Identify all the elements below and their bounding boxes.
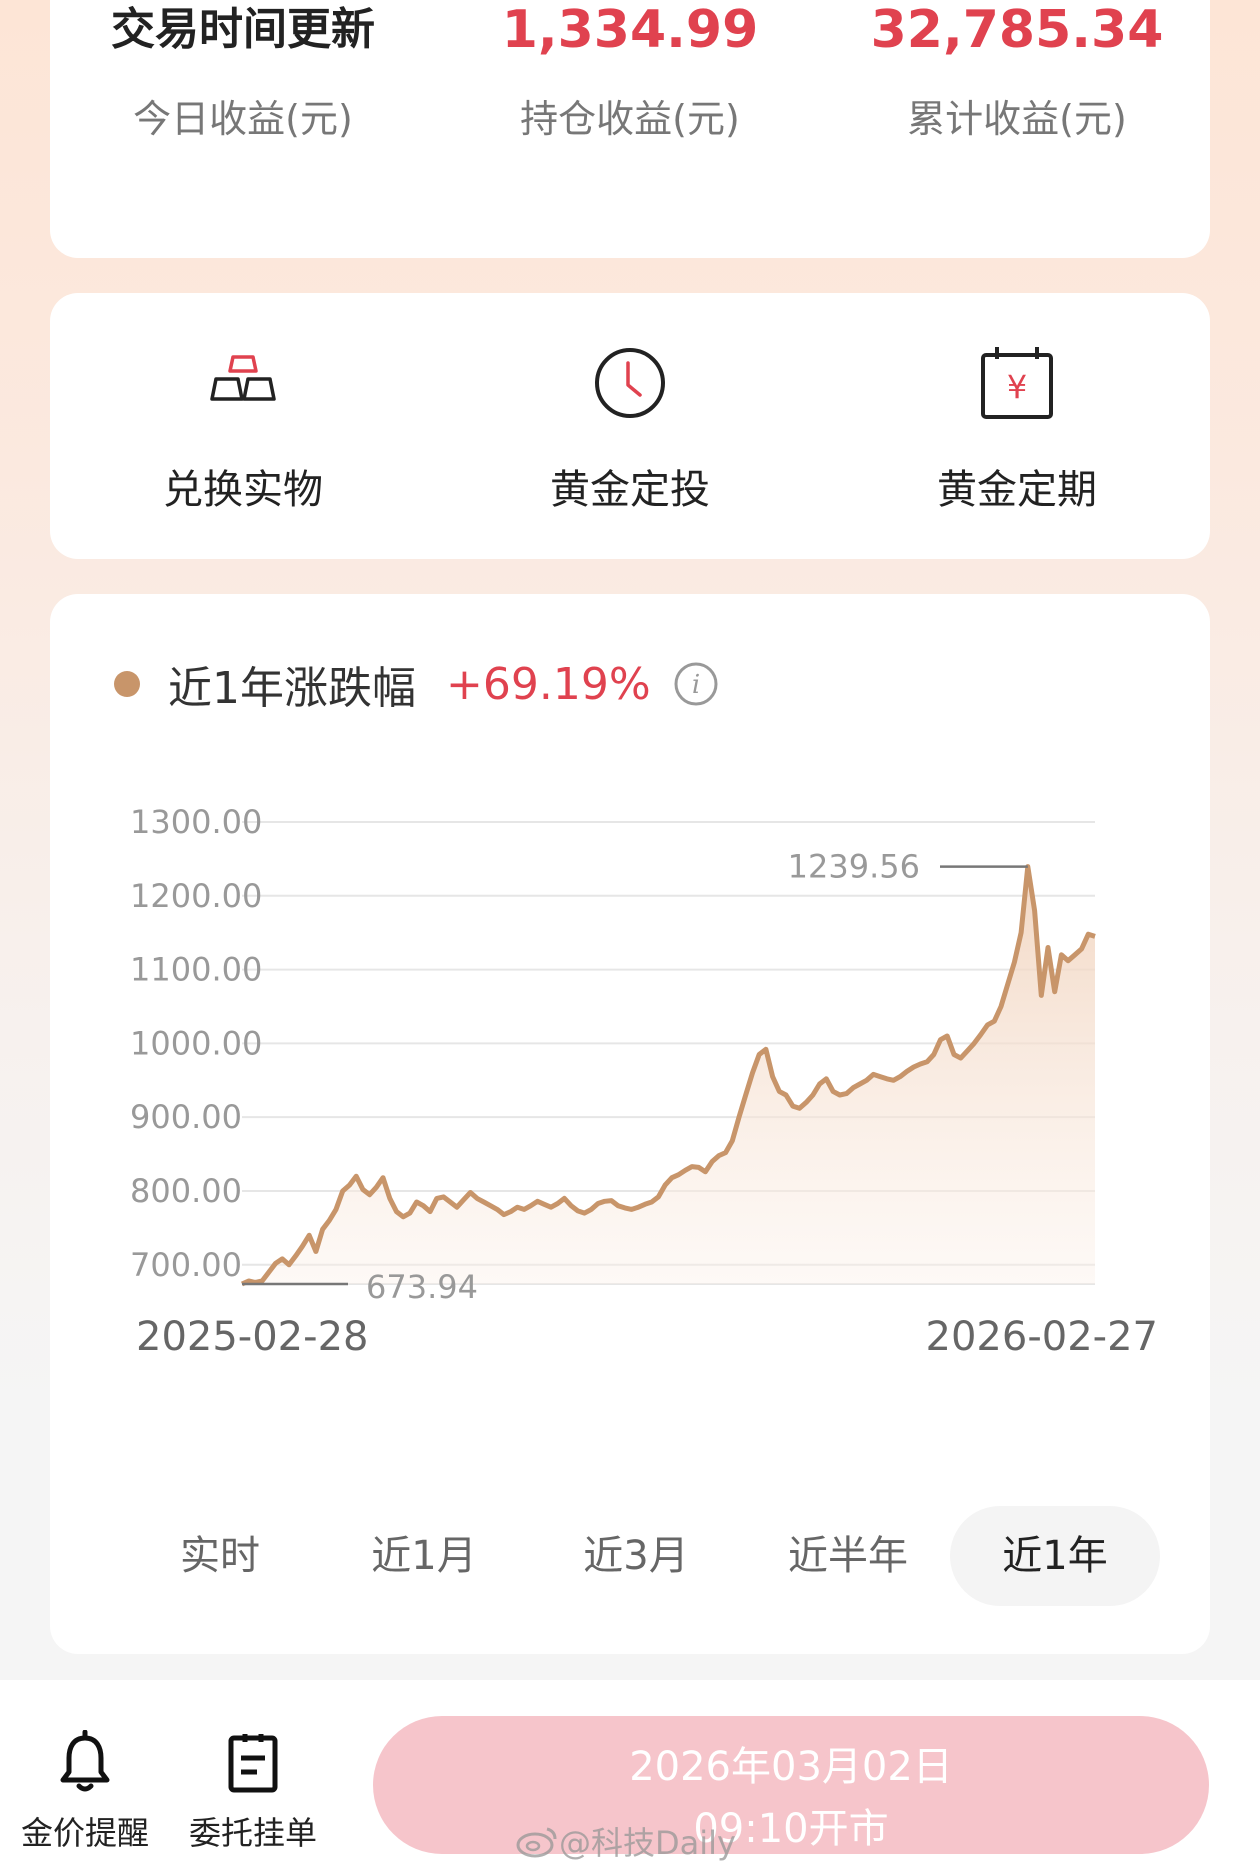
y-tick-label: 1200.00 [130, 877, 262, 915]
total-earnings-value: 32,785.34 [870, 0, 1164, 60]
holding-earnings-stat[interactable]: 1,334.99 持仓收益(元) [437, 0, 823, 143]
x-end-label: 2026-02-27 [926, 1314, 1158, 1354]
chart-change-percent: +69.19% [446, 658, 651, 710]
price-area-fill [242, 866, 1095, 1284]
max-value-label: 1239.56 [788, 848, 920, 886]
svg-text:¥: ¥ [1007, 368, 1027, 406]
pending-orders-label: 委托挂单 [188, 1814, 317, 1852]
y-tick-label: 700.00 [130, 1246, 242, 1284]
tab-half-year[interactable]: 近半年 [748, 1506, 948, 1606]
chart-header: 近1年涨跌幅 +69.19% i [114, 654, 719, 714]
clipboard-list-icon [228, 1734, 278, 1793]
redeem-physical-label: 兑换实物 [163, 467, 323, 513]
chart-title: 近1年涨跌幅 [168, 663, 416, 714]
x-start-label: 2025-02-28 [136, 1314, 368, 1354]
tab-1-month[interactable]: 近1月 [324, 1506, 524, 1606]
earnings-summary-card: 交易时间更新 今日收益(元) 1,334.99 持仓收益(元) 32,785.3… [50, 0, 1210, 258]
period-tabs: 实时 近1月 近3月 近半年 近1年 [120, 1506, 1210, 1606]
price-chart-card: 近1年涨跌幅 +69.19% i 1300.00 1200.00 1100.00 10… [50, 594, 1210, 1654]
tab-1-year[interactable]: 近1年 [950, 1506, 1160, 1606]
market-open-date: 2026年03月02日 [629, 1744, 953, 1790]
gold-investment-plan-button[interactable]: 黄金定投 [437, 343, 823, 515]
watermark-text: @科技Daily [559, 1824, 736, 1862]
gold-investment-plan-label: 黄金定投 [550, 467, 710, 513]
holding-earnings-label: 持仓收益(元) [520, 97, 740, 141]
info-icon[interactable]: i [673, 661, 719, 707]
today-earnings-value: 交易时间更新 [111, 4, 375, 55]
gold-fixed-term-button[interactable]: ¥ 黄金定期 [824, 343, 1210, 515]
total-earnings-label: 累计收益(元) [907, 97, 1127, 141]
market-open-time: 09:10开市 [693, 1806, 889, 1852]
redeem-physical-button[interactable]: 兑换实物 [50, 343, 436, 515]
total-earnings-stat[interactable]: 32,785.34 累计收益(元) [824, 0, 1210, 143]
y-tick-label: 1300.00 [130, 803, 262, 841]
y-tick-label: 900.00 [130, 1098, 242, 1136]
y-tick-label: 800.00 [130, 1172, 242, 1210]
weibo-logo-icon [516, 1827, 557, 1858]
legend-dot [114, 671, 140, 697]
today-earnings-label: 今日收益(元) [133, 97, 353, 141]
y-tick-label: 1000.00 [130, 1024, 262, 1062]
watermark: @科技Daily [515, 1818, 736, 1864]
market-open-button[interactable]: 2026年03月02日 09:10开市 [373, 1716, 1209, 1854]
bell-icon [60, 1730, 110, 1792]
calendar-yen-icon: ¥ [981, 347, 1053, 419]
gold-fixed-term-label: 黄金定期 [937, 467, 1097, 513]
price-alert-button[interactable]: 金价提醒 [0, 1730, 170, 1854]
tab-3-months[interactable]: 近3月 [536, 1506, 736, 1606]
gold-bars-icon [210, 355, 276, 401]
svg-text:i: i [691, 670, 699, 700]
holding-earnings-value: 1,334.99 [501, 0, 759, 60]
tab-realtime[interactable]: 实时 [120, 1506, 320, 1606]
price-chart[interactable]: 1300.00 1200.00 1100.00 1000.00 900.00 800.00… [50, 744, 1210, 1354]
pending-orders-button[interactable]: 委托挂单 [168, 1730, 338, 1854]
price-alert-label: 金价提醒 [20, 1814, 149, 1852]
today-earnings-stat[interactable]: 交易时间更新 今日收益(元) [50, 0, 436, 143]
min-value-label: 673.94 [366, 1268, 478, 1306]
quick-actions-card: 兑换实物 黄金定投 ¥ 黄金定期 [50, 293, 1210, 559]
y-tick-label: 1100.00 [130, 951, 262, 989]
clock-icon [595, 348, 665, 418]
